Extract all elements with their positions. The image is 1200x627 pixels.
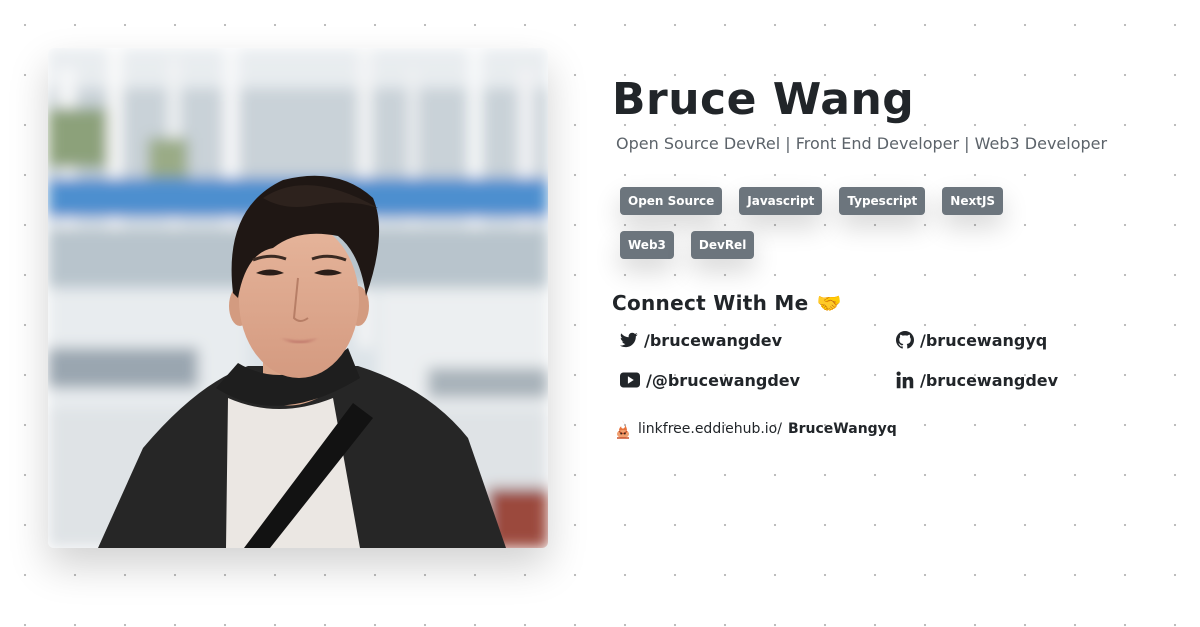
profile-info: Bruce Wang Open Source DevRel | Front En…: [612, 70, 1172, 439]
tag-list: Open Source Javascript Typescript NextJS…: [620, 187, 1040, 259]
tag-nextjs: NextJS: [942, 187, 1004, 215]
tag-javascript: Javascript: [739, 187, 823, 215]
twitter-link[interactable]: /brucewangdev: [620, 329, 896, 351]
twitter-handle: /brucewangdev: [644, 330, 783, 350]
github-handle: /brucewangyq: [920, 330, 1048, 350]
github-icon: [896, 331, 914, 349]
tag-devrel: DevRel: [690, 231, 755, 259]
linkfree-username: BruceWangyq: [787, 421, 897, 437]
profile-name: Bruce Wang: [612, 74, 915, 125]
linkedin-icon: [896, 371, 914, 389]
linkfree-domain: linkfree.eddiehub.io/: [638, 421, 782, 437]
tag-open-source: Open Source: [620, 187, 723, 215]
linkfree-logo-icon: [617, 420, 629, 439]
connect-title: Connect With Me: [612, 291, 809, 315]
handshake-emoji: 🤝: [816, 291, 842, 315]
tag-typescript: Typescript: [839, 187, 926, 215]
youtube-handle: /@brucewangdev: [646, 370, 801, 390]
linkedin-link[interactable]: /brucewangdev: [896, 369, 1156, 391]
tag-web3: Web3: [620, 231, 674, 259]
social-links: /brucewangdev /brucewangyq /@brucewangde…: [620, 329, 1172, 391]
linkedin-handle: /brucewangdev: [920, 370, 1059, 390]
youtube-link[interactable]: /@brucewangdev: [620, 369, 896, 391]
profile-tagline: Open Source DevRel | Front End Developer…: [616, 134, 1108, 153]
twitter-icon: [620, 332, 638, 348]
profile-photo: [48, 48, 548, 548]
linkfree-link[interactable]: linkfree.eddiehub.io/ BruceWangyq: [614, 419, 1172, 439]
connect-heading: Connect With Me 🤝: [612, 291, 1172, 315]
youtube-icon: [620, 372, 640, 388]
github-link[interactable]: /brucewangyq: [896, 329, 1156, 351]
